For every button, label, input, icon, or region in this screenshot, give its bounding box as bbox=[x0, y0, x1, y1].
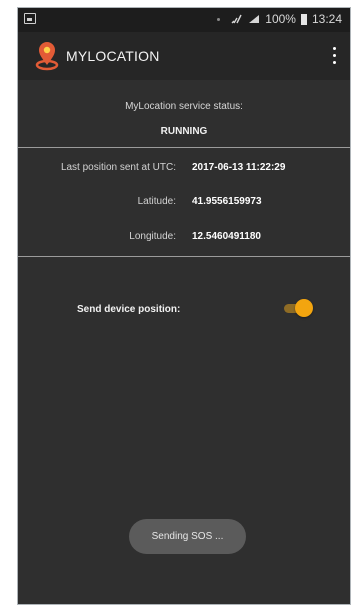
last-position-value: 2017-06-13 11:22:29 bbox=[192, 162, 286, 173]
app-bar: MYLOCATION bbox=[18, 32, 350, 80]
more-vert-icon[interactable] bbox=[333, 47, 337, 65]
send-position-toggle[interactable] bbox=[284, 299, 313, 317]
latitude-row: Latitude: 41.9556159973 bbox=[18, 196, 350, 214]
notification-icon bbox=[24, 13, 36, 24]
divider bbox=[18, 256, 350, 257]
battery-icon bbox=[300, 13, 307, 25]
small-status-icon bbox=[217, 17, 221, 21]
service-status-label: MyLocation service status: bbox=[125, 101, 243, 112]
longitude-label: Longitude: bbox=[129, 231, 176, 242]
service-status-value: RUNNING bbox=[160, 126, 208, 137]
toast-message: Sending SOS ... bbox=[129, 519, 246, 554]
longitude-row: Longitude: 12.5460491180 bbox=[18, 231, 350, 249]
latitude-value: 41.9556159973 bbox=[192, 196, 262, 207]
battery-percentage: 100% bbox=[265, 12, 296, 26]
divider bbox=[18, 147, 350, 148]
wifi-icon bbox=[231, 14, 242, 24]
status-icons: 100% 13:24 bbox=[217, 12, 342, 26]
signal-icon bbox=[249, 15, 260, 23]
menu-dot bbox=[333, 47, 336, 50]
location-pin-icon bbox=[35, 42, 59, 71]
send-position-label: Send device position: bbox=[77, 304, 181, 315]
phone-screen: 100% 13:24 MYLOCATION MyLocation service… bbox=[17, 7, 351, 605]
longitude-value: 12.5460491180 bbox=[192, 231, 261, 242]
last-position-label: Last position sent at UTC: bbox=[60, 162, 176, 173]
toggle-knob[interactable] bbox=[295, 299, 313, 317]
status-bar: 100% 13:24 bbox=[18, 8, 350, 32]
status-time: 13:24 bbox=[311, 12, 342, 26]
last-position-row: Last position sent at UTC: 2017-06-13 11… bbox=[18, 162, 350, 180]
latitude-label: Latitude: bbox=[137, 196, 176, 207]
menu-dot bbox=[333, 61, 336, 64]
menu-dot bbox=[333, 54, 336, 57]
app-title: MYLOCATION bbox=[66, 48, 160, 64]
